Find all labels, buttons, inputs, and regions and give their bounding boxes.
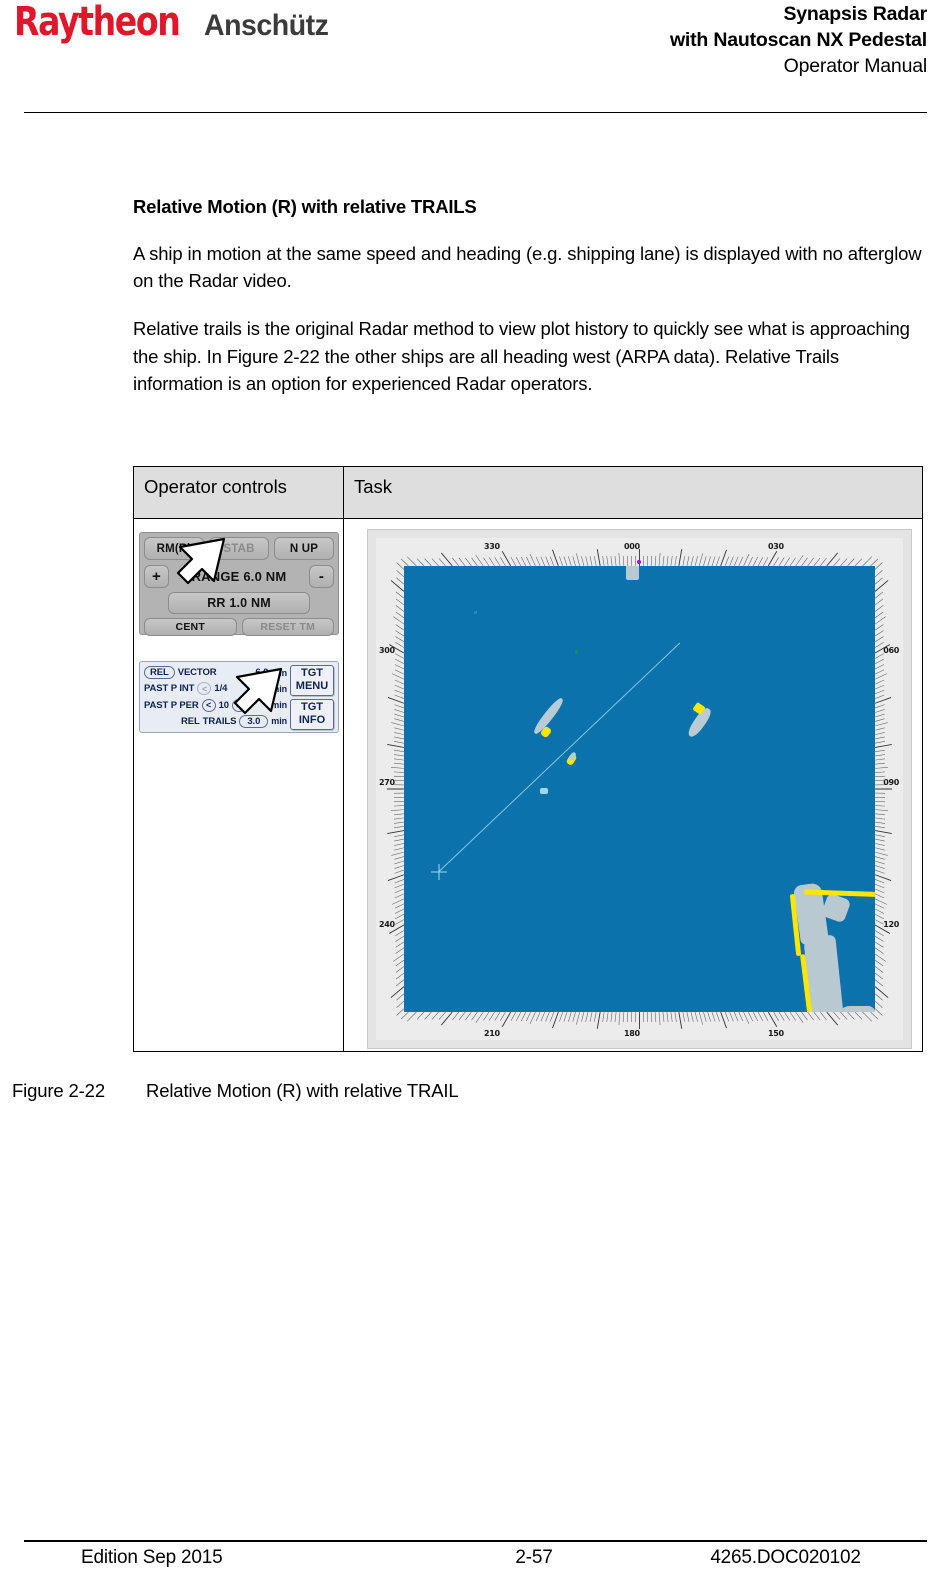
column-header-task: Task bbox=[343, 466, 923, 519]
manual-title-block: Synapsis Radar with Nautoscan NX Pedesta… bbox=[670, 2, 927, 80]
tgt-info-line1: TGT bbox=[301, 700, 323, 713]
past-position-interval-row: PAST P INT < 1/4 min bbox=[144, 681, 287, 696]
column-header-operator-controls: Operator controls bbox=[133, 466, 344, 519]
past-p-per-next-button[interactable]: > bbox=[231, 698, 246, 712]
centre-button[interactable]: CENT bbox=[144, 618, 237, 636]
figure-caption: Figure 2-22 Relative Motion (R) with rela… bbox=[12, 1080, 459, 1102]
centre-reset-row: CENT RESET TM bbox=[144, 618, 334, 636]
trails-label: TRAILS bbox=[202, 715, 237, 727]
target-buttons-column: TGT MENU TGT INFO bbox=[290, 664, 334, 730]
tgt-menu-line1: TGT bbox=[301, 666, 323, 679]
manual-title-line3: Operator Manual bbox=[783, 54, 928, 77]
footer-document-id: 4265.DOC020102 bbox=[710, 1547, 861, 1568]
brand-logo: Raytheon Anschütz bbox=[14, 2, 335, 42]
past-p-per-unit: min bbox=[271, 700, 287, 711]
range-ring-button[interactable]: RR 1.0 NM bbox=[168, 592, 310, 614]
table-row: RM(R) STAB N UP + RANGE 6.0 NM - RR 1.0 … bbox=[133, 518, 923, 1052]
footer-divider bbox=[24, 1540, 927, 1542]
raytheon-wordmark: Raytheon bbox=[14, 0, 181, 45]
target-echo-top bbox=[626, 566, 639, 580]
past-p-per-value[interactable]: 10 bbox=[219, 700, 229, 711]
trails-mode-button[interactable]: REL bbox=[181, 716, 200, 727]
motion-mode-button[interactable]: RM(R) bbox=[144, 537, 204, 560]
radar-echo-centre bbox=[540, 788, 548, 794]
range-increase-button[interactable]: + bbox=[144, 564, 169, 588]
own-ship-vector-line bbox=[438, 642, 681, 872]
operator-controls-cell: RM(R) STAB N UP + RANGE 6.0 NM - RR 1.0 … bbox=[133, 518, 344, 1052]
heading-marker-dot bbox=[637, 560, 641, 564]
own-ship-symbol bbox=[431, 864, 447, 880]
mode-button-row: RM(R) STAB N UP bbox=[144, 537, 334, 560]
past-p-per-prev-button[interactable]: < bbox=[201, 698, 216, 712]
past-p-int-prev-button[interactable]: < bbox=[197, 682, 212, 696]
vector-value[interactable]: 6.0 bbox=[255, 667, 268, 678]
figure-number: Figure 2-22 bbox=[12, 1080, 105, 1101]
radar-blip-faint bbox=[474, 611, 477, 614]
past-p-per-label: PAST P PER bbox=[144, 699, 199, 711]
figure-caption-text: Relative Motion (R) with relative TRAIL bbox=[146, 1080, 459, 1101]
radar-blip-small bbox=[575, 650, 578, 654]
trails-row: REL TRAILS 3.0 min bbox=[144, 714, 287, 729]
page-header: Raytheon Anschütz Synapsis Radar with Na… bbox=[0, 0, 951, 118]
task-cell: 330 000 030 060 090 120 150 180 210 240 … bbox=[343, 518, 923, 1052]
past-position-period-row: PAST P PER < 10 > min bbox=[144, 698, 287, 713]
range-readout: RANGE 6.0 NM bbox=[191, 568, 287, 584]
table-header-row: Operator controls Task bbox=[133, 466, 923, 519]
operator-controls-table: Operator controls Task RM(R) STAB N UP +… bbox=[133, 466, 923, 1052]
range-decrease-button[interactable]: - bbox=[309, 564, 334, 588]
manual-title-line2: with Nautoscan NX Pedestal bbox=[669, 28, 927, 51]
radar-video-area[interactable] bbox=[404, 566, 875, 1012]
stabilization-button[interactable]: STAB bbox=[209, 537, 269, 560]
orientation-button[interactable]: N UP bbox=[274, 537, 334, 560]
reset-tm-button[interactable]: RESET TM bbox=[241, 618, 334, 636]
target-menu-button[interactable]: TGT MENU bbox=[290, 664, 334, 696]
vector-row: REL VECTOR 6.0 min bbox=[144, 665, 287, 680]
radar-control-panel-top: RM(R) STAB N UP + RANGE 6.0 NM - RR 1.0 … bbox=[139, 532, 339, 636]
anschutz-wordmark: Anschütz bbox=[203, 9, 329, 42]
range-row: + RANGE 6.0 NM - bbox=[144, 564, 334, 588]
radar-bearing-scale: 330 000 030 060 090 120 150 180 210 240 … bbox=[376, 538, 903, 1040]
tgt-info-line2: INFO bbox=[298, 713, 326, 726]
target-info-button[interactable]: TGT INFO bbox=[290, 698, 334, 730]
section-heading: Relative Motion (R) with relative TRAILS bbox=[133, 196, 477, 217]
document-body: Relative Motion (R) with relative TRAILS… bbox=[133, 196, 923, 418]
tgt-menu-line2: MENU bbox=[295, 679, 329, 692]
footer-edition: Edition Sep 2015 bbox=[81, 1547, 223, 1568]
past-p-int-value[interactable]: 1/4 bbox=[214, 683, 227, 694]
manual-title-line1: Synapsis Radar bbox=[783, 3, 927, 25]
target-control-panel: REL VECTOR 6.0 min PAST P INT < 1/4 min bbox=[139, 661, 339, 733]
vector-unit: min bbox=[271, 667, 287, 678]
page-footer: Edition Sep 2015 2-57 4265.DOC020102 bbox=[24, 1540, 927, 1569]
target-settings-column: REL VECTOR 6.0 min PAST P INT < 1/4 min bbox=[144, 665, 287, 729]
paragraph-1: A ship in motion at the same speed and h… bbox=[133, 243, 922, 292]
footer-page-number: 2-57 bbox=[515, 1547, 553, 1568]
trails-unit: min bbox=[271, 716, 287, 727]
trails-value[interactable]: 3.0 bbox=[239, 714, 269, 728]
range-ring-row: RR 1.0 NM bbox=[144, 592, 334, 614]
vector-mode-button[interactable]: REL bbox=[144, 666, 175, 679]
past-p-int-label: PAST P INT bbox=[144, 683, 195, 695]
paragraph-2: Relative trails is the original Radar me… bbox=[133, 318, 910, 394]
past-p-int-unit: min bbox=[271, 683, 287, 694]
radar-display-screenshot: 330 000 030 060 090 120 150 180 210 240 … bbox=[367, 529, 912, 1049]
vector-label: VECTOR bbox=[177, 667, 217, 678]
header-divider bbox=[24, 112, 927, 113]
